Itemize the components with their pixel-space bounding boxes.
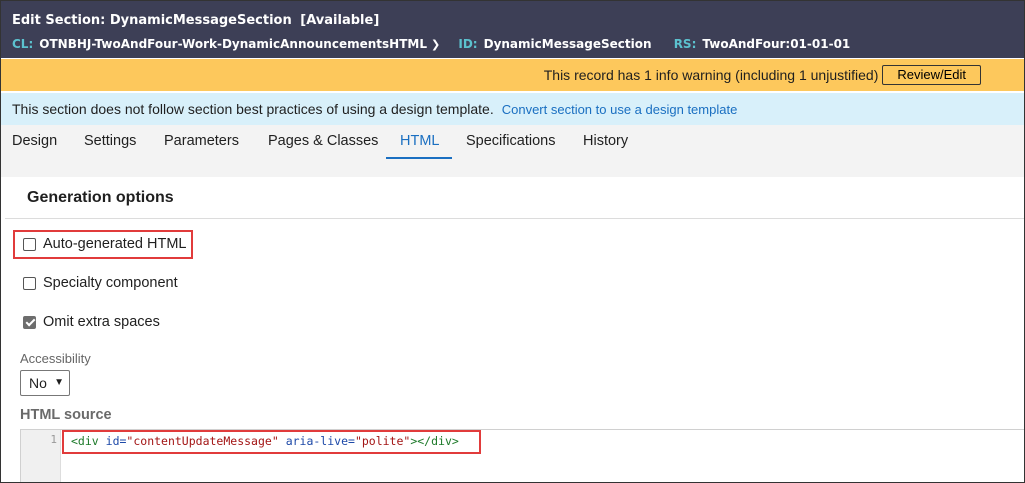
specialty-row: Specialty component <box>23 275 178 291</box>
info-text: This section does not follow section bes… <box>12 101 494 117</box>
warning-text: This record has 1 info warning (includin… <box>543 67 879 83</box>
info-bar: This section does not follow section bes… <box>1 93 1024 125</box>
html-source-label: HTML source <box>20 407 112 423</box>
tab-html[interactable]: HTML <box>400 133 439 149</box>
window-frame: Edit Section: DynamicMessageSection [Ava… <box>0 0 1025 483</box>
tab-settings[interactable]: Settings <box>84 133 136 149</box>
highlight-auto-generated <box>13 230 193 259</box>
rs-value: TwoAndFour:01-01-01 <box>702 37 851 51</box>
tab-parameters[interactable]: Parameters <box>164 133 239 149</box>
generation-options-title: Generation options <box>27 189 174 206</box>
review-edit-button[interactable]: Review/Edit <box>882 65 981 85</box>
tab-design[interactable]: Design <box>12 133 57 149</box>
convert-section-link[interactable]: Convert section to use a design template <box>502 102 738 117</box>
title-text: Section: DynamicMessageSection <box>45 13 292 28</box>
highlight-code-line <box>62 430 481 454</box>
tab-specifications[interactable]: Specifications <box>466 133 555 149</box>
editor-gutter: 1 <box>21 430 61 482</box>
accessibility-value: No <box>29 375 47 391</box>
chevron-down-icon: ▼ <box>54 377 64 388</box>
tab-history[interactable]: History <box>583 133 628 149</box>
cl-key: CL: <box>12 37 34 51</box>
status-badge: [Available] <box>300 13 380 28</box>
section-divider <box>5 218 1024 219</box>
chevron-down-icon[interactable]: ❯ <box>431 36 440 54</box>
record-header: Edit Section: DynamicMessageSection [Ava… <box>1 1 1024 58</box>
record-meta: CL: OTNBHJ-TwoAndFour-Work-DynamicAnnounc… <box>12 35 1015 54</box>
id-key: ID: <box>458 37 478 51</box>
line-number: 1 <box>50 433 57 446</box>
html-tab-panel: Generation options Auto-generated HTML S… <box>5 179 1024 482</box>
omit-spaces-checkbox[interactable] <box>23 315 36 329</box>
tab-bar: Design Settings Parameters Pages & Class… <box>1 125 1024 177</box>
active-tab-indicator <box>386 157 452 159</box>
rs-key: RS: <box>673 37 697 51</box>
omit-spaces-row: Omit extra spaces <box>23 314 160 330</box>
accessibility-label: Accessibility <box>20 351 91 366</box>
title-prefix: Edit <box>12 13 41 28</box>
warning-bar: This record has 1 info warning (includin… <box>1 59 1024 91</box>
accessibility-select[interactable]: No ▼ <box>20 370 70 396</box>
specialty-label[interactable]: Specialty component <box>43 275 178 291</box>
omit-spaces-label[interactable]: Omit extra spaces <box>43 314 160 330</box>
id-value: DynamicMessageSection <box>483 37 652 51</box>
tab-pages-classes[interactable]: Pages & Classes <box>268 133 378 149</box>
record-title: Edit Section: DynamicMessageSection [Ava… <box>12 11 1015 31</box>
specialty-checkbox[interactable] <box>23 276 36 290</box>
class-link[interactable]: OTNBHJ-TwoAndFour-Work-DynamicAnnounceme… <box>39 37 427 51</box>
